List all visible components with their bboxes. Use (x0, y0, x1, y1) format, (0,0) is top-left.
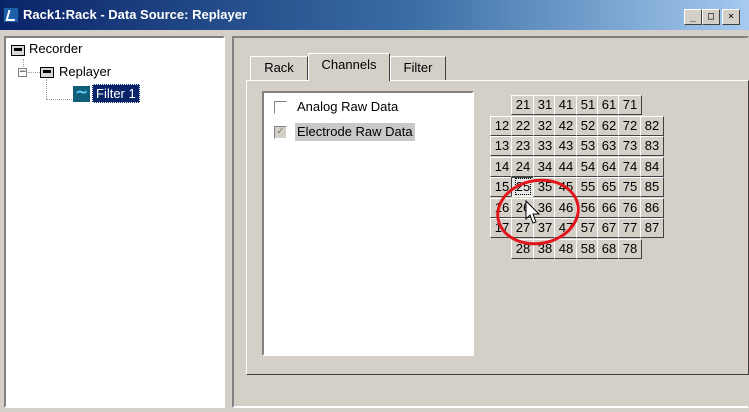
tab-filter[interactable]: Filter (390, 56, 446, 80)
electrode-raw-data-label: Electrode Raw Data (295, 123, 415, 141)
channel-button-84[interactable]: 84 (640, 157, 664, 177)
main-window: Rack1:Rack - Data Source: Replayer _ □ ×… (0, 0, 749, 412)
tree-connector (46, 79, 47, 99)
window-title: Rack1:Rack - Data Source: Replayer (23, 7, 247, 22)
channel-button-23[interactable]: 23 (511, 136, 535, 156)
recorder-icon (11, 45, 25, 56)
filter-icon (73, 82, 90, 102)
channel-button-75[interactable]: 75 (618, 177, 642, 197)
tree-connector (28, 72, 40, 73)
channel-button-85[interactable]: 85 (640, 177, 664, 197)
replayer-icon (40, 67, 54, 78)
channel-button-72[interactable]: 72 (618, 116, 642, 136)
analog-raw-data-checkbox[interactable] (274, 101, 287, 114)
channel-button-42[interactable]: 42 (554, 116, 578, 136)
rack-tree[interactable]: Recorder − Replayer Filter 1 (4, 36, 225, 408)
minimize-button[interactable]: _ (684, 9, 702, 25)
channel-button-25[interactable]: 25 (511, 177, 535, 197)
channel-button-74[interactable]: 74 (618, 157, 642, 177)
channel-button-24[interactable]: 24 (511, 157, 535, 177)
channel-button-76[interactable]: 76 (618, 198, 642, 218)
channel-button-47[interactable]: 47 (554, 218, 578, 238)
data-type-list[interactable]: Analog Raw Data ✓ Electrode Raw Data (262, 91, 474, 356)
tab-channels[interactable]: Channels (308, 53, 390, 81)
channel-button-41[interactable]: 41 (554, 95, 578, 115)
channel-button-45[interactable]: 45 (554, 177, 578, 197)
channel-button-77[interactable]: 77 (618, 218, 642, 238)
app-icon (3, 7, 19, 23)
tree-item-filter-1[interactable]: Filter 1 (92, 84, 140, 103)
tree-connector (46, 99, 76, 100)
channel-button-71[interactable]: 71 (618, 95, 642, 115)
tab-rack[interactable]: Rack (250, 56, 308, 80)
channel-button-28[interactable]: 28 (511, 239, 535, 259)
channel-button-48[interactable]: 48 (554, 239, 578, 259)
tree-item-recorder[interactable]: Recorder (29, 40, 82, 58)
channel-button-21[interactable]: 21 (511, 95, 535, 115)
mouse-pointer-icon (525, 200, 541, 224)
channel-button-78[interactable]: 78 (618, 239, 642, 259)
maximize-button[interactable]: □ (702, 9, 720, 25)
channel-button-43[interactable]: 43 (554, 136, 578, 156)
channel-button-44[interactable]: 44 (554, 157, 578, 177)
channel-button-82[interactable]: 82 (640, 116, 664, 136)
electrode-raw-data-checkbox[interactable]: ✓ (274, 126, 287, 139)
collapse-toggle[interactable]: − (18, 68, 27, 77)
analog-raw-data-label: Analog Raw Data (297, 99, 399, 114)
title-bar[interactable]: Rack1:Rack - Data Source: Replayer _ □ × (0, 0, 749, 30)
channel-button-86[interactable]: 86 (640, 198, 664, 218)
channel-button-73[interactable]: 73 (618, 136, 642, 156)
channel-button-87[interactable]: 87 (640, 218, 664, 238)
tree-item-replayer[interactable]: Replayer (59, 63, 111, 81)
channel-button-83[interactable]: 83 (640, 136, 664, 156)
channel-button-46[interactable]: 46 (554, 198, 578, 218)
close-button[interactable]: × (722, 9, 740, 25)
channel-button-22[interactable]: 22 (511, 116, 535, 136)
